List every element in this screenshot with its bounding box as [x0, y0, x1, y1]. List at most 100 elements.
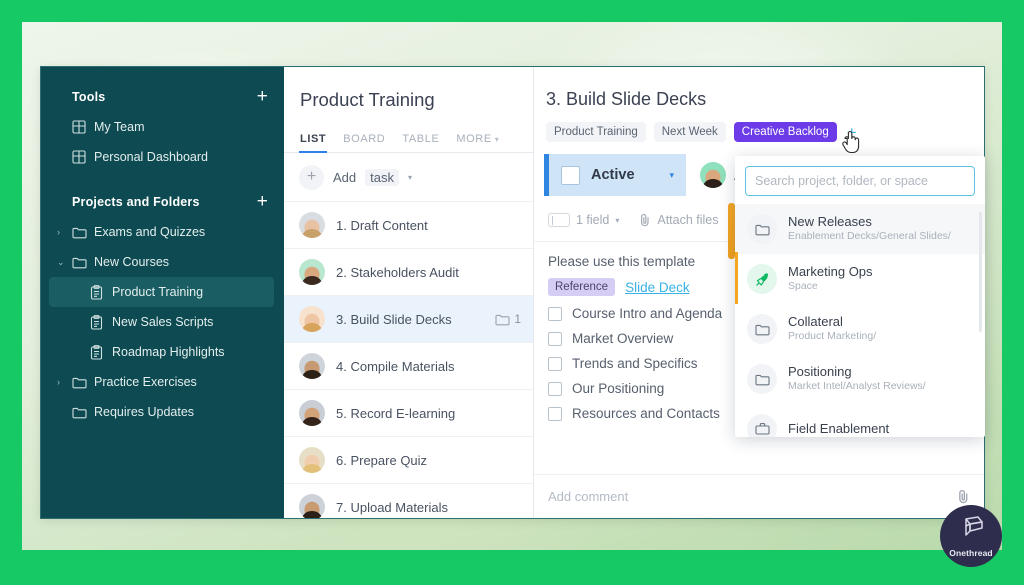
sidebar-item-exams-and-quizzes[interactable]: › Exams and Quizzes — [41, 217, 284, 247]
chevron-down-icon[interactable]: ▾ — [495, 135, 500, 144]
result-subtitle: Enablement Decks/General Slides/ — [788, 230, 951, 243]
task-list-item[interactable]: 5. Record E-learning — [284, 390, 533, 437]
checkbox[interactable] — [548, 356, 562, 371]
search-result-item[interactable]: Collateral Product Marketing/ — [735, 304, 985, 354]
reference-badge: Reference — [548, 278, 616, 296]
folder-icon — [747, 364, 777, 394]
onethread-badge[interactable]: Onethread — [940, 505, 1002, 567]
expand-caret-icon[interactable]: ⌄ — [57, 247, 65, 277]
plus-icon[interactable]: + — [299, 164, 324, 190]
sidebar-item-requires-updates[interactable]: Requires Updates — [41, 397, 284, 427]
field-count-label: 1 field — [576, 213, 610, 227]
status-badge-active[interactable]: Active ▾ — [544, 154, 686, 196]
search-result-item[interactable]: Positioning Market Intel/Analyst Reviews/ — [735, 354, 985, 404]
add-task-row[interactable]: + Add task ▾ — [284, 153, 533, 202]
add-tag-button[interactable]: + — [847, 124, 857, 141]
scrollbar[interactable] — [979, 212, 982, 332]
tag-row: Product Training Next Week Creative Backlo… — [534, 110, 984, 142]
status-checkbox[interactable] — [561, 165, 580, 185]
comment-input[interactable]: Add comment — [548, 489, 628, 504]
clipboard-icon — [90, 344, 112, 360]
selection-edge — [735, 252, 738, 304]
sidebar-item-new-courses[interactable]: ⌄ New Courses — [41, 247, 284, 277]
checkbox[interactable] — [548, 381, 562, 396]
folder-icon — [72, 226, 94, 239]
tab-label: BOARD — [343, 133, 386, 145]
expand-caret-icon[interactable]: › — [57, 217, 60, 247]
rocket-icon — [747, 264, 777, 294]
add-type-chip[interactable]: task — [365, 168, 399, 186]
sidebar-item-label: Roadmap Highlights — [112, 345, 225, 359]
task-list-item[interactable]: 3. Build Slide Decks 1 — [284, 296, 533, 343]
clipboard-icon — [90, 284, 112, 300]
folder-icon — [72, 376, 94, 389]
sidebar-tools-list: My Team Personal Dashboard — [41, 112, 284, 172]
slide-deck-link[interactable]: Slide Deck — [625, 280, 690, 295]
tab-board[interactable]: BOARD — [343, 133, 385, 152]
tab-label: MORE — [456, 133, 492, 145]
task-list-item[interactable]: 1. Draft Content — [284, 202, 533, 249]
subtask-folder-count[interactable]: 1 — [495, 312, 521, 326]
task-list-item[interactable]: 7. Upload Materials — [284, 484, 533, 518]
tag-product-training[interactable]: Product Training — [546, 122, 646, 142]
status-label: Active — [591, 167, 635, 183]
checkbox[interactable] — [548, 331, 562, 346]
tab-label: TABLE — [402, 133, 440, 145]
expand-caret-icon[interactable]: › — [57, 367, 60, 397]
checkbox[interactable] — [548, 306, 562, 321]
sidebar-item-personal-dashboard[interactable]: Personal Dashboard — [41, 142, 284, 172]
attach-files-button[interactable]: Attach files — [639, 213, 719, 227]
sidebar-item-label: Requires Updates — [94, 405, 195, 419]
sidebar-item-label: Product Training — [112, 285, 204, 299]
result-title: Field Enablement — [788, 420, 890, 436]
avatar — [299, 306, 325, 332]
add-project-button[interactable]: + — [257, 192, 268, 211]
sidebar-item-label: Practice Exercises — [94, 375, 197, 389]
add-tool-button[interactable]: + — [257, 87, 268, 106]
search-result-item[interactable]: New Releases Enablement Decks/General Sli… — [735, 204, 985, 254]
chevron-down-icon[interactable]: ▾ — [669, 170, 674, 181]
sidebar-item-label: My Team — [94, 120, 145, 134]
task-list-item[interactable]: 4. Compile Materials — [284, 343, 533, 390]
checkbox[interactable] — [548, 406, 562, 421]
onethread-label: Onethread — [949, 547, 993, 558]
folder-icon — [747, 214, 777, 244]
add-comment-bar[interactable]: Add comment — [534, 474, 984, 518]
chevron-down-icon[interactable]: ▾ — [408, 173, 412, 182]
chevron-down-icon[interactable]: ▾ — [615, 216, 619, 225]
result-title: New Releases — [788, 214, 872, 230]
field-count[interactable]: 1 field ▾ — [548, 213, 619, 227]
grid-icon — [72, 120, 94, 134]
search-result-item[interactable]: Marketing Ops Space — [735, 254, 985, 304]
list-page-title: Product Training — [300, 89, 435, 110]
attach-files-label: Attach files — [657, 213, 719, 227]
tag-next-week[interactable]: Next Week — [653, 122, 726, 142]
sidebar-item-my-team[interactable]: My Team — [41, 112, 284, 142]
paperclip-icon[interactable] — [957, 489, 970, 504]
tab-list[interactable]: LIST — [298, 133, 328, 153]
avatar — [299, 353, 325, 379]
search-input[interactable]: Search project, folder, or space — [745, 166, 975, 196]
sidebar-item-new-sales-scripts[interactable]: New Sales Scripts — [41, 307, 284, 337]
folder-icon — [72, 256, 94, 269]
tab-table[interactable]: TABLE — [402, 133, 439, 152]
grid-icon — [72, 150, 94, 164]
task-list-item[interactable]: 6. Prepare Quiz — [284, 437, 533, 484]
sidebar: Tools + My Team Personal Dashboard Projec… — [41, 67, 284, 518]
tab-label: LIST — [300, 133, 327, 145]
sidebar-item-label: New Sales Scripts — [112, 315, 214, 329]
task-list-item[interactable]: 2. Stakeholders Audit — [284, 249, 533, 296]
tab-more[interactable]: MORE ▾ — [456, 133, 499, 152]
add-label: Add — [333, 169, 357, 185]
sidebar-item-roadmap-highlights[interactable]: Roadmap Highlights — [41, 337, 284, 367]
task-list: 1. Draft Content 2. Stakeholders Audit 3. … — [284, 202, 533, 518]
sidebar-item-practice-exercises[interactable]: › Practice Exercises — [41, 367, 284, 397]
checklist-label: Market Overview — [572, 331, 674, 346]
search-result-item[interactable]: Field Enablement — [735, 404, 985, 437]
tag-creative-backlog[interactable]: Creative Backlog — [733, 122, 837, 142]
avatar — [299, 494, 325, 518]
checklist-label: Course Intro and Agenda — [572, 306, 723, 321]
sidebar-projects-title: Projects and Folders — [72, 194, 200, 209]
result-title: Collateral — [788, 314, 843, 330]
sidebar-item-product-training[interactable]: Product Training — [49, 277, 274, 307]
